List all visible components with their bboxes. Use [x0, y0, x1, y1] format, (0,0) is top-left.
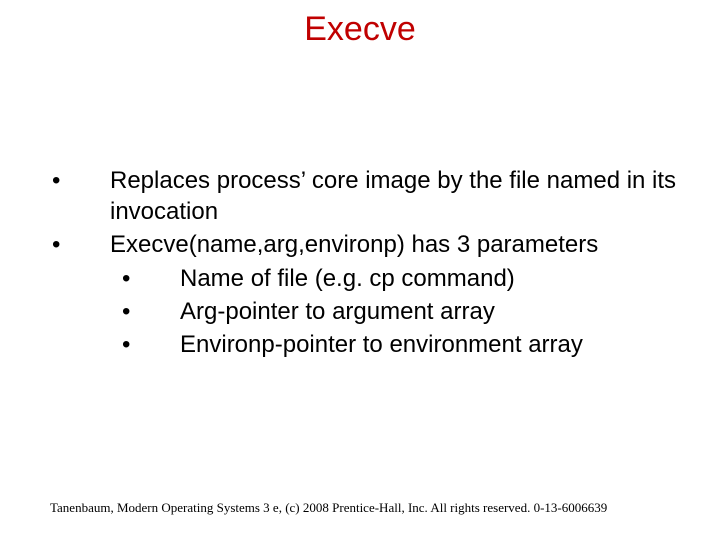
bullet-text: Arg-pointer to argument array [180, 296, 700, 327]
bullet-text: Replaces process’ core image by the file… [110, 165, 700, 227]
slide: Execve • Replaces process’ core image by… [0, 0, 720, 540]
slide-footer: Tanenbaum, Modern Operating Systems 3 e,… [50, 500, 680, 516]
list-item: • Replaces process’ core image by the fi… [52, 165, 700, 227]
list-item: • Arg-pointer to argument array [122, 296, 700, 327]
bullet-icon: • [122, 296, 180, 327]
bullet-text: Name of file (e.g. cp command) [180, 263, 700, 294]
bullet-icon: • [52, 165, 110, 227]
bullet-icon: • [122, 329, 180, 360]
list-item: • Execve(name,arg,environp) has 3 parame… [52, 229, 700, 260]
bullet-icon: • [122, 263, 180, 294]
list-item: • Environp-pointer to environment array [122, 329, 700, 360]
slide-title: Execve [0, 10, 720, 49]
slide-body: • Replaces process’ core image by the fi… [52, 165, 700, 362]
list-item: • Name of file (e.g. cp command) [122, 263, 700, 294]
bullet-text: Execve(name,arg,environp) has 3 paramete… [110, 229, 700, 260]
bullet-icon: • [52, 229, 110, 260]
bullet-text: Environp-pointer to environment array [180, 329, 700, 360]
